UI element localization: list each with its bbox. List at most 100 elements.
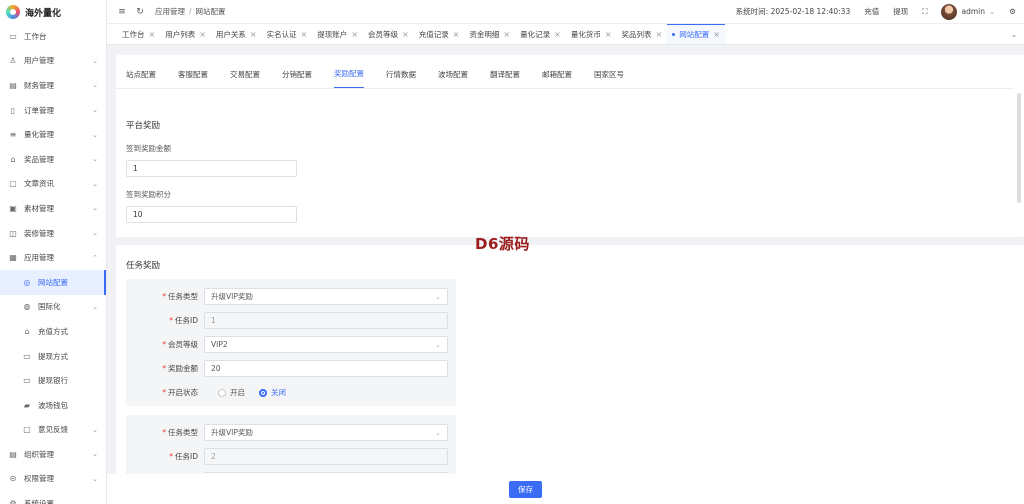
tab[interactable]: 资金明细 × [464, 24, 515, 44]
config-tab[interactable]: 国家区号 [594, 69, 624, 88]
tab-label: 用户列表 [165, 29, 196, 39]
sidebar-item[interactable]: ▦ 应用管理 ⌃ [0, 245, 106, 270]
tab[interactable]: 网站配置 × [667, 24, 725, 44]
sidebar-menu: ▭ 工作台 ♙ 用户管理 ⌄ ▤ 财务管理 ⌄ ▯ 订单管理 ⌄ ≡ 量化管理 ⌄ ⌂ 奖品管理 ⌄ ▢ 文章资讯 ⌄… [0, 24, 106, 504]
message-icon: ▢ [9, 179, 17, 189]
task-id-input: 2 [204, 448, 448, 465]
config-tab[interactable]: 分销配置 [282, 69, 312, 88]
chevron-down-icon: ⌄ [92, 450, 98, 459]
tab[interactable]: 量化货币 × [566, 24, 617, 44]
sidebar-item[interactable]: ♙ 用户管理 ⌄ [0, 49, 106, 74]
app-name: 海外量化 [25, 8, 62, 19]
sidebar-item[interactable]: ⊝ 权限管理 ⌄ [0, 467, 106, 492]
tab[interactable]: 用户列表 × [160, 24, 211, 44]
reward-amount-input[interactable]: 20 [204, 360, 448, 377]
settings-icon[interactable]: ⚙ [1009, 7, 1016, 16]
config-tab[interactable]: 邮箱配置 [542, 69, 572, 88]
close-icon[interactable]: × [713, 30, 720, 39]
tab[interactable]: 奖品列表 × [617, 24, 668, 44]
config-tab[interactable]: 交易配置 [230, 69, 260, 88]
tab-label: 充值记录 [418, 29, 449, 39]
sidebar-item[interactable]: ◫ 装修管理 ⌄ [0, 221, 106, 246]
close-icon[interactable]: × [301, 30, 308, 39]
config-tab[interactable]: 客服配置 [178, 69, 208, 88]
close-icon[interactable]: × [402, 30, 409, 39]
menu-toggle-icon[interactable]: ≡ [115, 7, 129, 17]
breadcrumb-item[interactable]: 应用管理 [155, 7, 185, 16]
tab[interactable]: 会员等级 × [363, 24, 414, 44]
avatar[interactable] [941, 3, 958, 20]
chevron-down-icon[interactable]: ⌄ [1004, 24, 1024, 44]
sidebar-item-label: 用户管理 [24, 56, 54, 66]
close-icon[interactable]: × [503, 30, 510, 39]
close-icon[interactable]: × [199, 30, 206, 39]
fullscreen-icon[interactable]: ⛶ [922, 7, 927, 17]
org-icon: ▤ [9, 449, 17, 459]
close-icon[interactable]: × [554, 30, 561, 39]
checkin-points-input[interactable]: 10 [126, 206, 297, 223]
sidebar-item[interactable]: ◍ 国际化 ⌄ [0, 295, 106, 320]
form-footer: 保存 [107, 474, 1024, 504]
sidebar-item-label: 量化管理 [24, 130, 54, 140]
recharge-link[interactable]: 充值 [864, 6, 879, 17]
save-button[interactable]: 保存 [509, 480, 542, 498]
sidebar-item[interactable]: ▭ 提现银行 [0, 368, 106, 393]
sidebar-item-label: 提现银行 [38, 376, 68, 386]
sidebar-item[interactable]: ▯ 订单管理 ⌄ [0, 98, 106, 123]
tab[interactable]: 充值记录 × [414, 24, 465, 44]
config-tab[interactable]: 奖励配置 [334, 68, 364, 88]
tab[interactable]: 量化记录 × [515, 24, 566, 44]
chevron-down-icon: ⌄ [92, 425, 98, 434]
sidebar-item[interactable]: ▤ 财务管理 ⌄ [0, 73, 106, 98]
sidebar-item[interactable]: ▰ 波场钱包 [0, 393, 106, 418]
sidebar-item[interactable]: ◎ 网站配置 [0, 269, 106, 295]
close-icon[interactable]: × [250, 30, 257, 39]
sidebar-item[interactable]: ▢ 文章资讯 ⌄ [0, 172, 106, 197]
status-on-radio[interactable]: 开启 [218, 387, 245, 398]
tab[interactable]: 提现账户 × [312, 24, 363, 44]
sidebar-item[interactable]: ⚙ 系统设置 ⌄ [0, 491, 106, 504]
tab[interactable]: 实名认证 × [262, 24, 313, 44]
platform-reward-card: 站点配置 客服配置 交易配置 分销配置 奖励配置 行情数据 波场配置 翻译配置 邮箱配置 国家区号… [116, 55, 1024, 237]
username[interactable]: admin [961, 7, 985, 16]
tab[interactable]: 工作台 × [117, 24, 160, 44]
config-tab[interactable]: 翻译配置 [490, 69, 520, 88]
sidebar-item[interactable]: ⌂ 充值方式 [0, 319, 106, 344]
chevron-down-icon: ⌄ [92, 204, 98, 213]
sidebar-item[interactable]: ▭ 工作台 [0, 24, 106, 49]
task-type-select[interactable]: 升级VIP奖励 ⌄ [204, 288, 448, 305]
sidebar-item[interactable]: ⌂ 奖品管理 ⌄ [0, 147, 106, 172]
scrollbar[interactable] [1017, 93, 1021, 203]
refresh-icon[interactable]: ↻ [133, 7, 147, 17]
tab-label: 实名认证 [266, 29, 297, 39]
config-tab[interactable]: 波场配置 [438, 69, 468, 88]
globe-icon: ◎ [23, 277, 31, 287]
close-icon[interactable]: × [656, 30, 663, 39]
close-icon[interactable]: × [605, 30, 612, 39]
monitor-icon: ▭ [9, 31, 17, 41]
sidebar-item-label: 意见反馈 [38, 425, 68, 435]
chart-icon: ▤ [9, 80, 17, 90]
tab-label: 工作台 [122, 29, 145, 39]
tab[interactable]: 用户关系 × [211, 24, 262, 44]
breadcrumb-item: 网站配置 [195, 7, 226, 16]
checkin-amount-input[interactable]: 1 [126, 160, 297, 177]
user-menu[interactable]: admin ⌄ [941, 3, 996, 20]
sidebar-item[interactable]: ▢ 意见反馈 ⌄ [0, 418, 106, 443]
page-tabs: 工作台 × 用户列表 × 用户关系 × 实名认证 × 提现账户 × 会员等级 × 充值记录 × 资金明细 × 量… [107, 24, 1024, 45]
sidebar-item[interactable]: ▤ 组织管理 ⌄ [0, 442, 106, 467]
close-icon[interactable]: × [149, 30, 156, 39]
sidebar-item[interactable]: ▭ 提现方式 [0, 344, 106, 369]
withdraw-link[interactable]: 提现 [893, 6, 908, 17]
sidebar-item[interactable]: ≡ 量化管理 ⌄ [0, 122, 106, 147]
close-icon[interactable]: × [453, 30, 460, 39]
sidebar-item[interactable]: ▣ 素材管理 ⌄ [0, 196, 106, 221]
config-tab[interactable]: 行情数据 [386, 69, 416, 88]
status-off-radio[interactable]: 关闭 [259, 387, 286, 398]
member-level-select[interactable]: VIP2 ⌄ [204, 336, 448, 353]
close-icon[interactable]: × [351, 30, 358, 39]
sidebar-item-label: 系统设置 [24, 499, 54, 504]
chevron-down-icon: ⌄ [988, 7, 996, 16]
task-type-select[interactable]: 升级VIP奖励 ⌄ [204, 424, 448, 441]
config-tab[interactable]: 站点配置 [126, 69, 156, 88]
